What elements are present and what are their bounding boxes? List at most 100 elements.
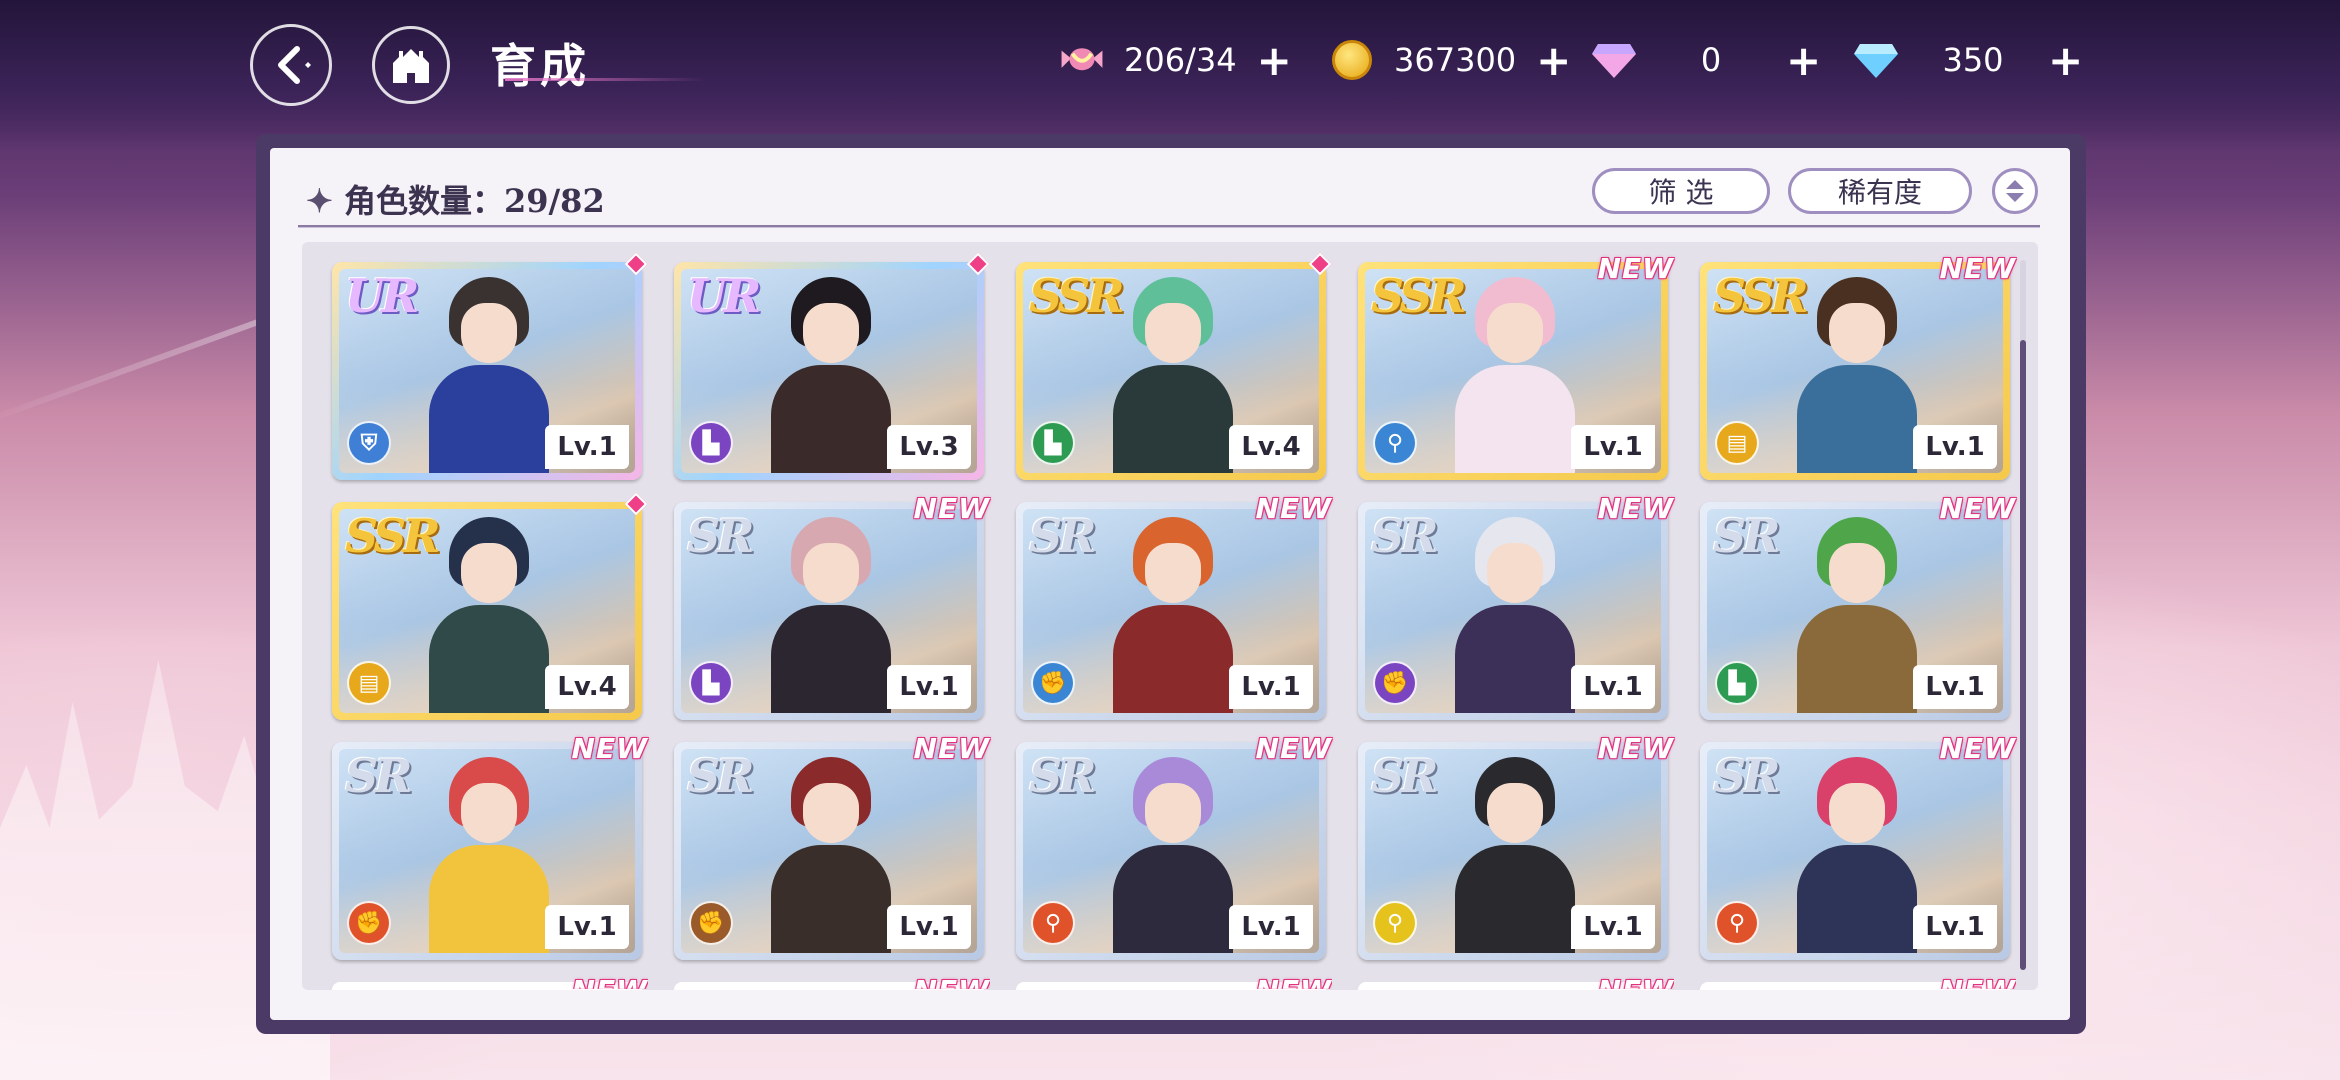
character-card-partial[interactable]: NEW [332,974,647,990]
character-portrait: UR ▙ Lv.3 [681,269,977,473]
boot-icon: ▙ [1031,421,1075,465]
character-face [1145,303,1201,363]
blue-diamond-icon [1854,38,1898,82]
character-card[interactable]: SR ✊ Lv.1 NEW [674,732,989,960]
level-label: Lv.1 [1229,665,1313,709]
character-face [1487,303,1543,363]
character-card-partial[interactable]: NEW [1700,974,2015,990]
character-outfit [1455,365,1575,473]
character-figure [429,757,549,953]
wand-icon: ⚲ [1031,901,1075,945]
character-portrait: SSR ▤ Lv.4 [339,509,635,713]
character-card[interactable]: UR ▙ Lv.3 [674,252,990,480]
character-card-partial[interactable]: NEW [1358,974,1673,990]
rarity-label: SR [1713,749,1780,803]
add-candy-button[interactable]: + [1257,36,1292,85]
character-card[interactable]: SSR ▤ Lv.1 NEW [1700,252,2015,480]
character-count: ✦ 角色数量：29/82 [306,176,605,222]
wand-icon: ⚲ [1373,901,1417,945]
new-badge: NEW [913,492,990,525]
character-face [461,783,517,843]
character-card[interactable]: SR ✊ Lv.1 NEW [1016,492,1331,720]
rarity-label: SR [687,509,754,563]
new-badge: NEW [1939,492,2016,525]
pink-gem-value: 0 [1700,41,1722,79]
character-figure [1113,757,1233,953]
character-face [1487,783,1543,843]
character-card[interactable]: SR ⚲ Lv.1 NEW [1016,732,1331,960]
level-label: Lv.1 [1571,665,1655,709]
character-outfit [1113,365,1233,473]
character-portrait: SR ✊ Lv.1 [681,749,977,953]
character-card[interactable]: SR ✊ Lv.1 NEW [1358,492,1673,720]
character-portrait: SR ⚲ Lv.1 [1707,749,2003,953]
character-face [1829,303,1885,363]
rarity-label: UR [687,269,761,323]
new-badge: NEW [1939,732,2016,765]
character-portrait: SSR ▙ Lv.4 [1023,269,1319,473]
rarity-label: SSR [1713,269,1809,323]
level-label: Lv.1 [1229,905,1313,949]
pink-gem-icon [1592,38,1636,82]
character-outfit [1797,365,1917,473]
character-outfit [771,365,891,473]
rarity-label: SR [687,749,754,803]
character-card[interactable]: SR ▙ Lv.1 NEW [674,492,989,720]
level-label: Lv.1 [1913,425,1997,469]
character-face [1145,783,1201,843]
wand-icon: ⚲ [1715,901,1759,945]
sort-up-icon [2006,180,2024,189]
character-figure [429,277,549,473]
character-portrait: SR ⚲ Lv.1 [1023,749,1319,953]
scrollbar-thumb[interactable] [2020,340,2026,970]
new-badge: NEW [1597,252,1674,285]
boot-icon: ▙ [689,421,733,465]
character-face [1829,543,1885,603]
boot-icon: ▙ [689,661,733,705]
character-figure [1113,517,1233,713]
new-badge: NEW [571,732,648,765]
level-label: Lv.1 [1571,425,1655,469]
character-face [803,543,859,603]
character-outfit [1797,605,1917,713]
sparkle-icon: ✦ [306,182,333,220]
character-card[interactable]: SSR ▤ Lv.4 [332,492,648,720]
character-card[interactable]: SR ✊ Lv.1 NEW [332,732,647,960]
character-card[interactable]: SSR ⚲ Lv.1 NEW [1358,252,1673,480]
filter-button[interactable]: 筛 选 [1592,168,1770,214]
character-card-partial[interactable]: NEW [1016,974,1331,990]
character-outfit [1113,605,1233,713]
add-gold-button[interactable]: + [1536,36,1571,85]
character-portrait: UR ⛨ Lv.1 [339,269,635,473]
add-pink-gem-button[interactable]: + [1786,36,1821,85]
title-decoration [505,78,705,81]
character-outfit [771,845,891,953]
add-blue-diamond-button[interactable]: + [2048,36,2083,85]
rarity-sort-button[interactable]: 稀有度 [1788,168,1972,214]
character-card-partial[interactable]: NEW [674,974,989,990]
level-label: Lv.1 [887,665,971,709]
book-icon: ▤ [1715,421,1759,465]
fist-icon: ✊ [347,901,391,945]
character-card[interactable]: UR ⛨ Lv.1 [332,252,648,480]
home-button[interactable] [372,26,450,104]
candy-value: 206/34 [1124,41,1237,79]
new-badge: NEW [913,732,990,765]
back-button[interactable] [250,24,332,106]
candy-resource: 206/34 + [1060,36,1292,85]
character-card[interactable]: SR ⚲ Lv.1 NEW [1700,732,2015,960]
character-outfit [771,605,891,713]
level-label: Lv.1 [887,905,971,949]
character-portrait: SR ▙ Lv.1 [1707,509,2003,713]
book-icon: ▤ [347,661,391,705]
character-figure [1455,517,1575,713]
back-arrow-icon [278,46,311,84]
sort-order-button[interactable] [1992,168,2038,214]
fist-icon: ✊ [689,901,733,945]
character-outfit [429,605,549,713]
fist-icon: ✊ [1031,661,1075,705]
rarity-label: SSR [1029,269,1125,323]
character-card[interactable]: SSR ▙ Lv.4 [1016,252,1332,480]
character-card[interactable]: SR ▙ Lv.1 NEW [1700,492,2015,720]
character-card[interactable]: SR ⚲ Lv.1 NEW [1358,732,1673,960]
